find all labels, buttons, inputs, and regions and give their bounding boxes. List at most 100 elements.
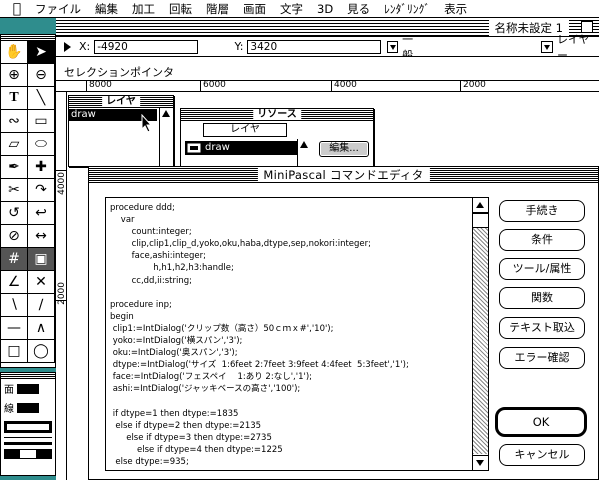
edit-button[interactable]: 編集... [319, 141, 369, 157]
fill-pattern-swatch[interactable] [4, 421, 52, 433]
code-text[interactable]: procedure ddd; var count:integer; clip,c… [106, 198, 472, 470]
code-line: count:integer; [110, 227, 192, 238]
menu-edit[interactable]: 編集 [88, 1, 125, 17]
polygon-icon[interactable]: ▱ [1, 133, 28, 156]
fill-swatch[interactable] [17, 383, 39, 394]
resource-window: リソース レイヤ draw 編集... [180, 108, 374, 168]
line-tool-icon[interactable]: ∖ [1, 294, 28, 317]
ok-button[interactable]: OK [495, 407, 587, 437]
layer-resource-icon [187, 143, 201, 153]
mirror-icon[interactable]: ↩ [28, 202, 55, 225]
no-icon[interactable]: ⊘ [1, 225, 28, 248]
oval-icon[interactable]: ⬭ [28, 133, 55, 156]
cross-icon[interactable]: ✕ [28, 271, 55, 294]
resource-window-title-bar[interactable]: リソース [181, 109, 373, 121]
scroll-down-button[interactable] [473, 455, 488, 470]
scroll-track[interactable] [473, 213, 488, 454]
line-weight-thin[interactable] [4, 437, 52, 438]
color-swatch-row[interactable] [4, 449, 52, 459]
code-scrollbar[interactable] [472, 198, 488, 470]
snap-object-icon[interactable]: ▣ [28, 248, 55, 271]
rectangle-icon[interactable]: ▭ [28, 110, 55, 133]
layer-window-title-bar[interactable]: レイヤ [69, 96, 173, 108]
arrow-pointer-icon[interactable]: ➤ [28, 41, 55, 64]
ruler-label: 8000 [86, 81, 112, 91]
angle-icon[interactable]: ∠ [1, 271, 28, 294]
code-line: face,ashi:integer; [110, 251, 206, 262]
tool-attribute-button[interactable]: ツール/属性 [499, 258, 585, 280]
hand-icon[interactable]: ✋ [1, 41, 28, 64]
text-import-button[interactable]: テキスト取込 [499, 317, 585, 339]
curve-icon[interactable]: ↷ [28, 179, 55, 202]
function-button[interactable]: 関数 [499, 287, 585, 309]
code-line: ... [110, 468, 468, 470]
scroll-up-button[interactable] [473, 198, 488, 213]
line-label: 線 [4, 404, 14, 415]
resource-type-button[interactable]: レイヤ [203, 123, 287, 137]
menu-modify[interactable]: 加工 [125, 1, 162, 17]
rotate-icon[interactable]: ↺ [1, 202, 28, 225]
snap-grid-icon[interactable]: # [1, 248, 28, 271]
status-area: セレクションポインタ [56, 57, 599, 81]
mode-dropdown-icon[interactable] [386, 40, 399, 53]
scroll-thumb[interactable] [473, 213, 488, 228]
code-line: h,h1,h2,h3:handle; [110, 263, 234, 274]
x-coordinate-field[interactable]: -4920 [94, 39, 199, 54]
y-coordinate-field[interactable]: 3420 [247, 39, 381, 54]
expand-triangle-icon[interactable] [64, 41, 71, 52]
code-text-area[interactable]: procedure ddd; var count:integer; clip,c… [105, 197, 489, 471]
resource-scrollbar[interactable] [297, 139, 311, 167]
menu-layer[interactable]: 階層 [199, 1, 236, 17]
roof-icon[interactable]: ∧ [28, 317, 55, 340]
menu-rendering[interactable]: ﾚﾝﾀﾞﾘﾝｸﾞ [377, 1, 437, 17]
line-weight-thick[interactable] [4, 442, 52, 445]
bezier-icon[interactable]: ∾ [1, 110, 28, 133]
menu-text[interactable]: 文字 [273, 1, 310, 17]
wall-icon[interactable]: — [1, 317, 28, 340]
minipascal-editor-dialog: MiniPascal コマンドエディタ procedure ddd; var c… [88, 166, 599, 480]
menu-bar:  ファイル 編集 加工 回転 階層 画面 文字 3D 見る ﾚﾝﾀﾞﾘﾝｸﾞ … [0, 0, 599, 18]
layer-dropdown-icon[interactable] [541, 40, 553, 53]
ruler-tick [56, 170, 66, 171]
circle-tool-icon[interactable]: ◯ [28, 340, 55, 363]
code-line: ashi:=IntDialog('ジャッキベースの高さ','100'); [110, 384, 301, 395]
y-label: Y: [234, 40, 244, 53]
menu-display[interactable]: 表示 [437, 1, 474, 17]
layer-scrollbar[interactable] [159, 108, 173, 166]
condition-button[interactable]: 条件 [499, 229, 585, 251]
dimension-icon[interactable]: ↔ [28, 225, 55, 248]
line-swatch[interactable] [17, 402, 39, 413]
line-icon[interactable]: ╲ [28, 87, 55, 110]
measure-icon[interactable]: □ [1, 340, 28, 363]
apple-menu-icon[interactable]:  [6, 1, 28, 17]
eyedropper-icon[interactable]: ✒ [1, 156, 28, 179]
horizontal-ruler: 8000 6000 4000 2000 [56, 81, 599, 92]
code-line: var [110, 215, 135, 226]
zoom-in-icon[interactable]: ⊕ [1, 64, 28, 87]
menu-3d[interactable]: 3D [310, 2, 340, 16]
ruler-label: 2000 [57, 282, 67, 305]
procedure-button[interactable]: 手続き [499, 200, 585, 222]
menu-page[interactable]: 画面 [236, 1, 273, 17]
scroll-down-icon [476, 460, 484, 466]
code-line: cc,dd,ii:string; [110, 275, 193, 286]
scroll-up-icon[interactable] [162, 110, 170, 117]
scroll-up-icon[interactable] [300, 141, 308, 148]
editor-title-bar[interactable]: MiniPascal コマンドエディタ [89, 167, 598, 183]
menu-file[interactable]: ファイル [28, 1, 88, 17]
resource-list-item[interactable]: draw [185, 141, 297, 155]
code-line: oku:=IntDialog('奥スパン','3'); [110, 348, 238, 359]
error-check-button[interactable]: エラー確認 [499, 347, 585, 369]
document-title-bar[interactable]: 名称未設定 1 [56, 18, 599, 37]
cancel-button[interactable]: キャンセル [499, 444, 585, 466]
scissors-icon[interactable]: ✂ [1, 179, 28, 202]
menu-view[interactable]: 見る [340, 1, 377, 17]
code-line: else if dtype=4 then dtype:=1225 [110, 444, 283, 455]
zoom-out-icon[interactable]: ⊖ [28, 64, 55, 87]
menu-rotate[interactable]: 回転 [162, 1, 199, 17]
text-icon[interactable]: T [1, 87, 28, 110]
double-line-icon[interactable]: ∕ [28, 294, 55, 317]
ruler-label: 2000 [460, 81, 486, 91]
crosshair-icon[interactable]: ✚ [28, 156, 55, 179]
